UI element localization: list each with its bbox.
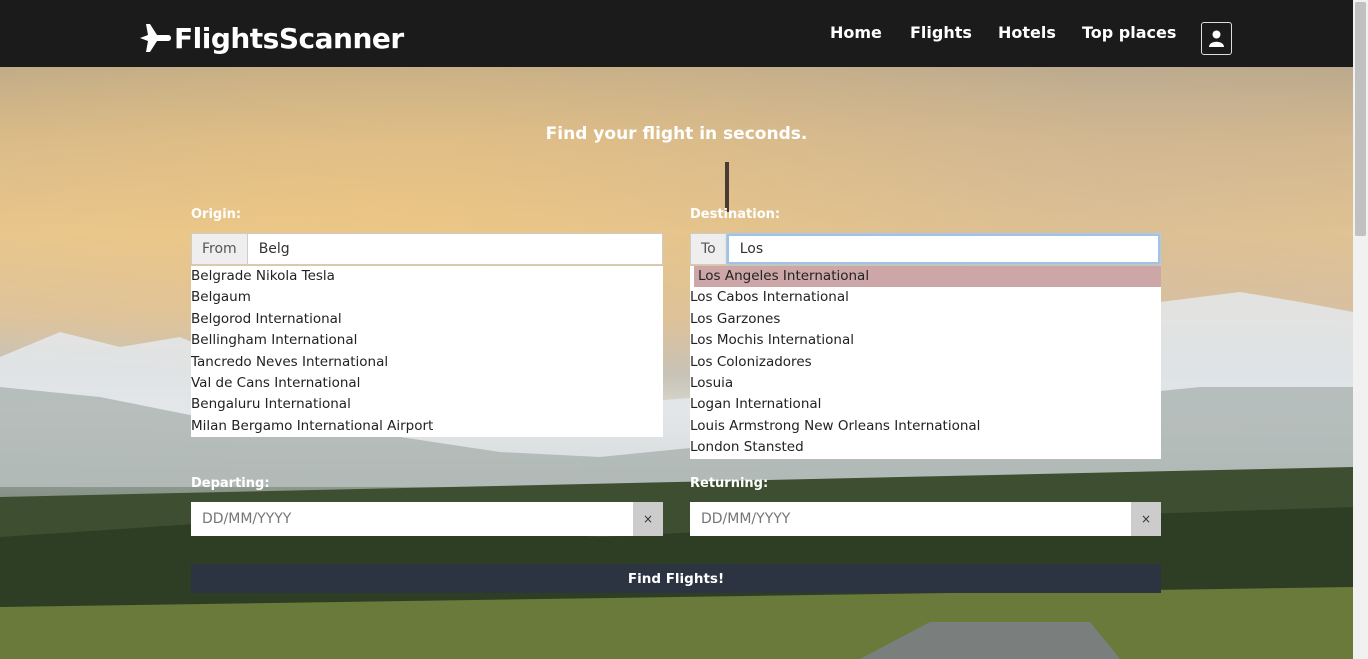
- destination-input-group: To: [690, 233, 1161, 265]
- origin-addon: From: [192, 234, 248, 264]
- origin-option[interactable]: Belgrade Nikola Tesla: [191, 266, 663, 287]
- nav-hotels[interactable]: Hotels: [998, 23, 1056, 42]
- origin-input-group: From: [191, 233, 663, 265]
- destination-addon: To: [691, 234, 727, 264]
- destination-option[interactable]: Los Mochis International: [690, 330, 1161, 351]
- returning-date-input[interactable]: [690, 502, 1131, 536]
- returning-group: ×: [690, 502, 1161, 536]
- origin-option[interactable]: Bellingham International: [191, 330, 663, 351]
- origin-label: Origin:: [191, 207, 242, 222]
- departing-date-input[interactable]: [191, 502, 633, 536]
- nav-home[interactable]: Home: [830, 23, 882, 42]
- destination-option[interactable]: Losuia: [690, 373, 1161, 394]
- origin-option[interactable]: Bengaluru International: [191, 394, 663, 415]
- destination-option[interactable]: Los Colonizadores: [690, 352, 1161, 373]
- destination-suggestions: Los Angeles International Los Cabos Inte…: [690, 266, 1161, 459]
- destination-option[interactable]: Logan International: [690, 394, 1161, 415]
- destination-label: Destination:: [690, 207, 781, 222]
- origin-option[interactable]: Val de Cans International: [191, 373, 663, 394]
- origin-option[interactable]: Tancredo Neves International: [191, 352, 663, 373]
- origin-option[interactable]: Milan Bergamo International Airport: [191, 416, 663, 437]
- origin-input[interactable]: [247, 234, 662, 264]
- airplane-icon: [140, 24, 171, 52]
- scrollbar-thumb[interactable]: [1355, 2, 1366, 236]
- returning-label: Returning:: [690, 476, 769, 491]
- origin-option[interactable]: Belgorod International: [191, 309, 663, 330]
- find-flights-button[interactable]: Find Flights!: [191, 564, 1161, 593]
- origin-option[interactable]: Belgaum: [191, 287, 663, 308]
- departing-group: ×: [191, 502, 663, 536]
- destination-option[interactable]: Los Cabos International: [690, 287, 1161, 308]
- returning-clear-button[interactable]: ×: [1131, 502, 1161, 536]
- nav-flights[interactable]: Flights: [910, 23, 972, 42]
- user-icon: [1209, 30, 1224, 47]
- destination-option-active[interactable]: Los Angeles International: [694, 266, 1161, 288]
- origin-suggestions: Belgrade Nikola Tesla Belgaum Belgorod I…: [191, 266, 663, 437]
- nav-top-places[interactable]: Top places: [1082, 23, 1176, 42]
- brand-logo[interactable]: FlightsScanner: [138, 20, 404, 56]
- destination-option[interactable]: Louis Armstrong New Orleans Internationa…: [690, 416, 1161, 437]
- destination-option[interactable]: London Stansted: [690, 437, 1161, 458]
- destination-option[interactable]: Los Garzones: [690, 309, 1161, 330]
- destination-input[interactable]: [726, 234, 1160, 264]
- brand-name: FlightsScanner: [174, 21, 404, 55]
- departing-clear-button[interactable]: ×: [633, 502, 663, 536]
- user-account-button[interactable]: [1201, 22, 1232, 55]
- departing-label: Departing:: [191, 476, 270, 491]
- hero-tagline: Find your flight in seconds.: [545, 124, 808, 144]
- navbar: FlightsScanner Home Flights Hotels Top p…: [0, 0, 1353, 67]
- page-scrollbar[interactable]: [1353, 0, 1368, 659]
